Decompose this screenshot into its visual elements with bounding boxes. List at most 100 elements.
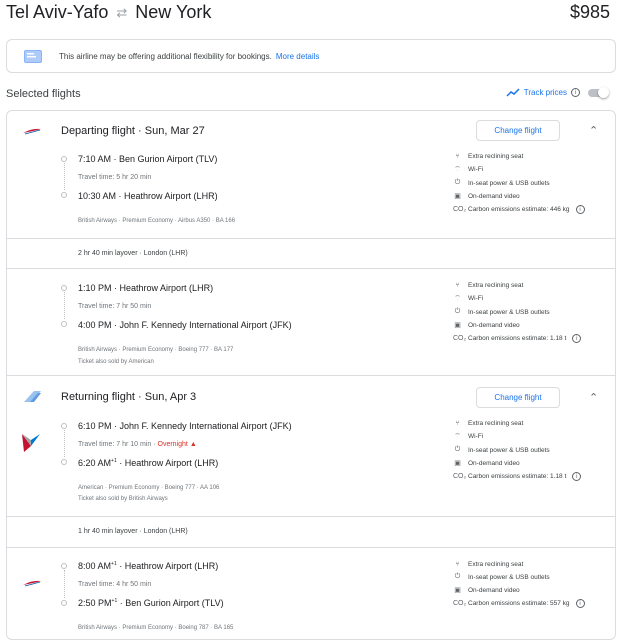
layover-info: 1 hr 40 min layover · London (LHR): [78, 528, 188, 535]
collapse-returning-icon[interactable]: ⌃: [589, 391, 598, 404]
co2-icon: CO₂: [453, 206, 467, 213]
amenities-list: ⑂ Extra reclining seat ⌔ Wi-Fi ⏻ In-seat po…: [453, 282, 582, 343]
arrival-dot: [61, 459, 67, 465]
amenity-item: ⑂ Extra reclining seat: [453, 561, 585, 568]
power-outlet-icon: ⏻: [454, 179, 461, 186]
amenity-item: ▣ On-demand video: [454, 459, 520, 468]
amenity-item: CO₂ Carbon emissions estimate: 557 kg i: [453, 599, 585, 608]
flight-details: American · Premium Economy · Boeing 777 …: [78, 485, 220, 491]
divider: [7, 516, 615, 517]
travel-time: Travel time: 7 hr 10 min · Overnight ▲: [78, 441, 197, 448]
route-line: [64, 430, 65, 457]
origin-city: Tel Aviv-Yafo: [6, 2, 109, 22]
divider: [7, 268, 615, 269]
segment-arrival: 4:00 PM · John F. Kennedy International …: [78, 320, 292, 330]
destination-city: New York: [135, 2, 212, 22]
travel-time: Travel time: 7 hr 50 min: [78, 303, 152, 310]
amenity-item: ⌔ Wi-Fi: [454, 433, 484, 440]
segment-departure: 1:10 PM · Heathrow Airport (LHR): [78, 283, 214, 293]
collapse-departing-icon[interactable]: ⌃: [589, 124, 598, 137]
section-divider: [7, 375, 615, 376]
video-icon: ▣: [454, 193, 461, 200]
amenity-item: ⏻ In-seat power & USB outlets: [454, 179, 550, 187]
segment-arrival: 6:20 AM+1 · Heathrow Airport (LHR): [78, 458, 219, 468]
amenity-item: ⌔ Wi-Fi: [454, 166, 484, 173]
change-departing-flight-button[interactable]: Change flight: [476, 120, 560, 141]
co2-icon: CO₂: [453, 335, 467, 342]
reclining-seat-icon: ⑂: [455, 282, 460, 289]
amenity-item: CO₂ Carbon emissions estimate: 446 kg i: [453, 205, 585, 214]
selected-flights-heading: Selected flights: [6, 88, 81, 100]
info-icon[interactable]: i: [572, 472, 582, 481]
segment-arrival: 2:50 PM+1 · Ben Gurion Airport (TLV): [78, 598, 224, 608]
departure-dot: [61, 563, 67, 569]
flight-details: British Airways · Premium Economy · Boei…: [78, 625, 234, 631]
layover-info: 2 hr 40 min layover · London (LHR): [78, 250, 188, 257]
power-outlet-icon: ⏻: [454, 573, 461, 580]
co2-icon: CO₂: [453, 473, 467, 480]
departure-dot: [61, 423, 67, 429]
reclining-seat-icon: ⑂: [455, 153, 460, 160]
amenities-list: ⑂ Extra reclining seat ⌔ Wi-Fi ⏻ In-seat po…: [453, 153, 585, 214]
departure-dot: [61, 285, 67, 291]
flight-details: British Airways · Premium Economy · Boei…: [78, 347, 234, 353]
departing-date: Sun, Mar 27: [144, 125, 205, 137]
amenity-item: ▣ On-demand video: [454, 192, 520, 201]
ticket-sold-by: Ticket also sold by American: [78, 359, 154, 365]
info-icon[interactable]: i: [571, 88, 580, 97]
power-outlet-icon: ⏻: [454, 446, 461, 453]
segment-arrival: 10:30 AM · Heathrow Airport (LHR): [78, 191, 218, 201]
flight-details: British Airways · Premium Economy · Airb…: [78, 218, 236, 224]
info-icon[interactable]: i: [575, 205, 585, 214]
returning-title: Returning flight: [61, 391, 135, 403]
amenity-item: ▣ On-demand video: [454, 586, 520, 595]
segment-departure: 8:00 AM+1 · Heathrow Airport (LHR): [78, 561, 219, 571]
reclining-seat-icon: ⑂: [455, 420, 460, 427]
arrival-dot: [61, 192, 67, 198]
amenity-item: ⑂ Extra reclining seat: [453, 153, 585, 160]
more-details-link[interactable]: More details: [276, 52, 320, 61]
amenity-item: CO₂ Carbon emissions estimate: 1.18 ti: [453, 472, 582, 481]
divider: [7, 238, 615, 239]
co2-icon: CO₂: [453, 600, 467, 607]
wifi-icon: ⌔: [454, 433, 461, 440]
track-prices-toggle[interactable]: [588, 86, 609, 98]
ticket-icon: [24, 49, 42, 63]
route-line: [64, 163, 65, 190]
amenity-item: ⏻ In-seat power & USB outlets: [454, 308, 550, 316]
power-outlet-icon: ⏻: [454, 308, 461, 315]
change-returning-flight-button[interactable]: Change flight: [476, 387, 560, 408]
ticket-sold-by: Ticket also sold by British Airways: [78, 496, 168, 502]
arrival-dot: [61, 321, 67, 327]
trend-icon: [506, 88, 520, 97]
segment-departure: 7:10 AM · Ben Gurion Airport (TLV): [78, 154, 218, 164]
amenity-item: CO₂ Carbon emissions estimate: 1.18 ti: [453, 334, 582, 343]
amenity-item: ⏻ In-seat power & USB outlets: [454, 446, 550, 454]
segment-departure: 6:10 PM · John F. Kennedy International …: [78, 421, 292, 431]
amenity-item: ⌔ Wi-Fi: [454, 295, 484, 302]
amenity-item: ⏻ In-seat power & USB outlets: [454, 573, 550, 581]
british-airways-logo-icon: [23, 580, 41, 587]
amenity-item: ⑂ Extra reclining seat: [453, 282, 581, 289]
info-icon[interactable]: i: [572, 334, 582, 343]
flexibility-notice: This airline may be offering additional …: [6, 39, 616, 73]
wifi-icon: ⌔: [454, 295, 461, 302]
wifi-icon: ⌔: [454, 166, 461, 173]
track-prices[interactable]: Track prices i: [506, 86, 609, 98]
video-icon: ▣: [454, 460, 461, 467]
overnight-label: Overnight: [157, 441, 188, 448]
travel-time: Travel time: 5 hr 20 min: [78, 174, 152, 181]
amenities-list: ⑂ Extra reclining seat ⌔ Wi-Fi ⏻ In-seat po…: [453, 420, 582, 481]
route-title: Tel Aviv-Yafo ⇄ New York: [6, 2, 211, 23]
divider: [7, 547, 615, 548]
amenities-list: ⑂ Extra reclining seat ⏻ In-seat power & U…: [453, 561, 585, 608]
video-icon: ▣: [454, 322, 461, 329]
notice-text: This airline may be offering additional …: [59, 51, 272, 61]
route-line: [64, 570, 65, 598]
info-icon[interactable]: i: [575, 599, 585, 608]
arrival-dot: [61, 600, 67, 606]
track-prices-label: Track prices: [523, 88, 567, 97]
amenity-item: ⑂ Extra reclining seat: [453, 420, 581, 427]
returning-date: Sun, Apr 3: [144, 391, 197, 403]
reclining-seat-icon: ⑂: [455, 561, 460, 568]
